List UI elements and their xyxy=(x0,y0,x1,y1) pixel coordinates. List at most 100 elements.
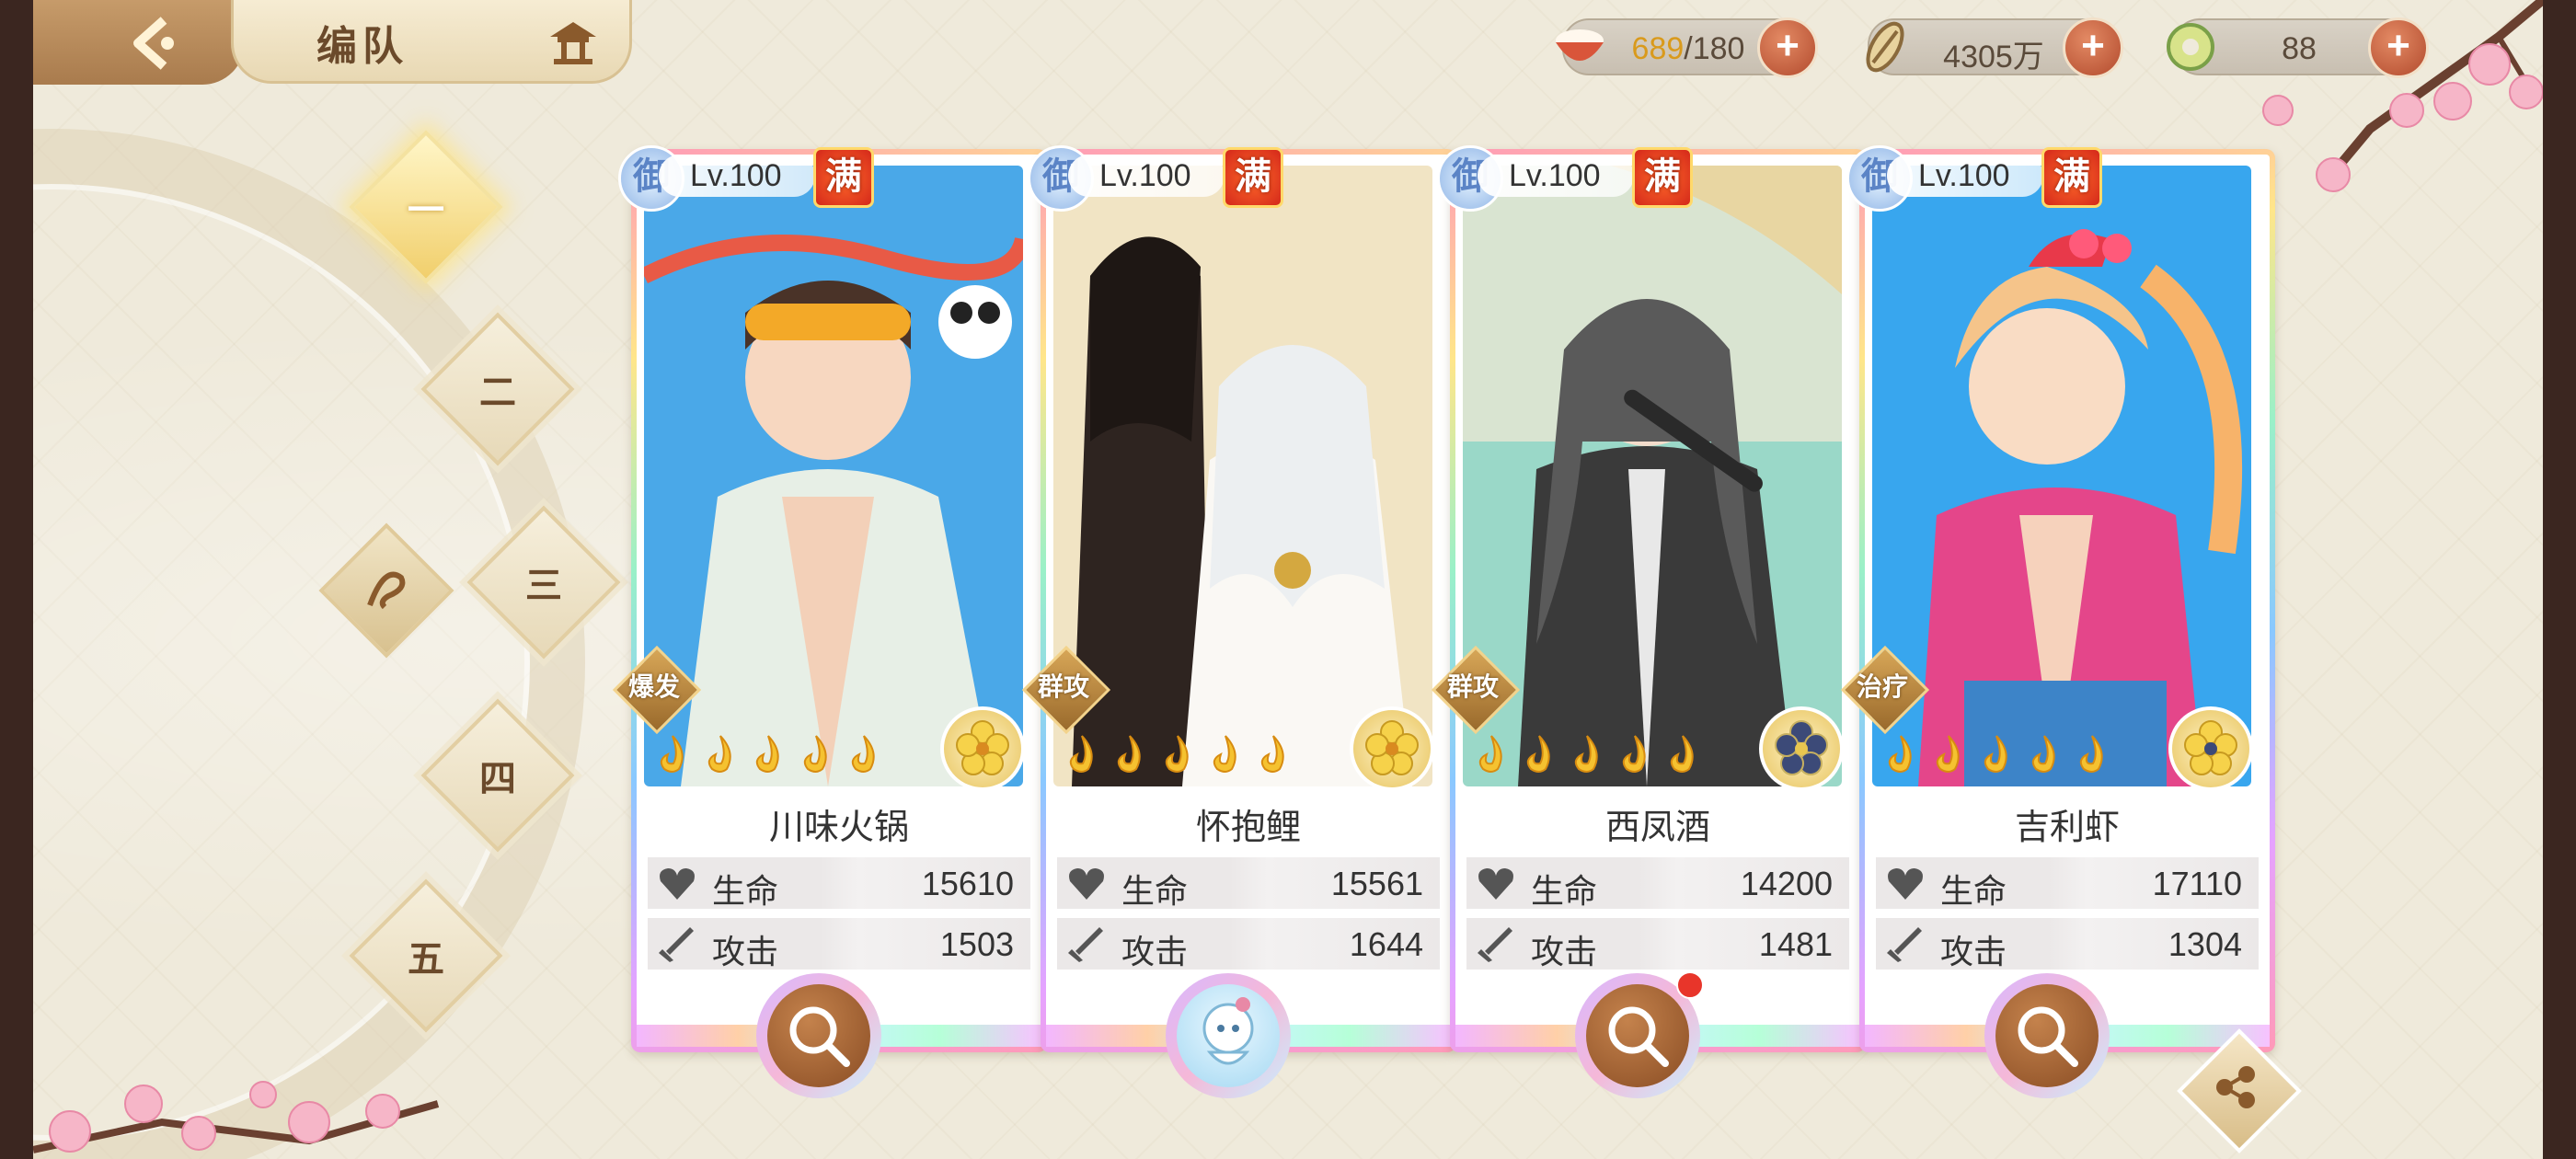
equipment-button[interactable] xyxy=(1575,971,1704,1098)
team-tab-label: 四 xyxy=(479,757,516,800)
equipment-button[interactable] xyxy=(1984,973,2110,1098)
role-label: 群攻 xyxy=(1446,672,1499,701)
hp-label: 生命 xyxy=(1531,872,1598,910)
level-label: Lv.100 xyxy=(1478,155,1634,197)
character-portrait xyxy=(1463,166,1842,786)
flame-star-icon xyxy=(1260,735,1284,773)
attack-row: 攻击 1644 xyxy=(1057,918,1440,970)
flame-star-icon xyxy=(1670,735,1694,773)
title-plate: 编队 xyxy=(231,0,632,84)
hp-value: 17110 xyxy=(2152,865,2242,902)
pet-icon xyxy=(1202,997,1254,1065)
hp-label: 生命 xyxy=(1121,872,1189,910)
flame-star-icon xyxy=(2079,735,2103,773)
attack-label: 攻击 xyxy=(1531,933,1598,970)
team-tab-label: 二 xyxy=(479,371,516,414)
coin-value: 4305万 xyxy=(1943,40,2044,75)
star-rating xyxy=(651,732,909,776)
sword-icon xyxy=(1478,927,1512,962)
heart-icon xyxy=(1888,868,1923,900)
attack-row: 攻击 1481 xyxy=(1466,918,1849,970)
decorative-arc xyxy=(33,129,585,1159)
character-portrait xyxy=(644,166,1023,786)
star-rating xyxy=(1470,732,1728,776)
flame-star-icon xyxy=(755,735,779,773)
flame-star-icon xyxy=(1526,735,1550,773)
back-arrow-icon[interactable] xyxy=(125,11,190,75)
pet-button[interactable] xyxy=(1166,973,1291,1098)
pavilion-icon[interactable] xyxy=(546,18,600,66)
sword-icon xyxy=(1887,927,1922,962)
flower-icon xyxy=(1759,706,1844,791)
notification-dot xyxy=(1676,971,1704,999)
sword-icon xyxy=(1068,927,1103,962)
hp-row: 生命 14200 xyxy=(1466,857,1849,910)
attack-value: 1304 xyxy=(2168,925,2242,963)
stamina-current: 689 xyxy=(1631,31,1685,66)
flame-star-icon xyxy=(803,735,827,773)
hp-row: 生命 15561 xyxy=(1057,857,1440,910)
star-rating xyxy=(1880,732,2137,776)
add-coin-button[interactable]: + xyxy=(2063,17,2123,78)
flame-star-icon xyxy=(1478,735,1502,773)
hp-value: 14200 xyxy=(1740,865,1833,902)
character-card[interactable]: 御 Lv.100 满 治疗 吉利虾 生命 17110 攻击 1304 xyxy=(1840,145,2275,1098)
attack-row: 攻击 1304 xyxy=(1876,918,2259,970)
team-tab-label: 一 xyxy=(408,189,444,232)
role-label: 群攻 xyxy=(1037,672,1089,701)
flower-icon xyxy=(2168,706,2253,791)
coin-counter: 4305万 + xyxy=(1866,17,2123,78)
role-badge: 群攻 xyxy=(1431,645,1521,735)
team-tab-label: 五 xyxy=(408,937,444,981)
flame-star-icon xyxy=(707,735,731,773)
flame-star-icon xyxy=(1984,735,2007,773)
max-badge: 满 xyxy=(1223,147,1283,208)
attack-label: 攻击 xyxy=(712,933,779,970)
flame-star-icon xyxy=(1165,735,1189,773)
character-name: 怀抱鲤 xyxy=(1195,809,1301,847)
stamina-counter: 689/180 + xyxy=(1556,17,1818,78)
add-stamina-button[interactable]: + xyxy=(1757,17,1818,78)
role-badge: 群攻 xyxy=(1021,645,1111,735)
flame-star-icon xyxy=(2031,735,2055,773)
character-card[interactable]: 御 Lv.100 满 群攻 西凤酒 生命 14200 攻击 1481 xyxy=(1431,145,1866,1098)
heart-icon xyxy=(660,868,695,900)
page-title: 编队 xyxy=(316,24,408,69)
flame-star-icon xyxy=(1117,735,1141,773)
hp-label: 生命 xyxy=(1940,872,2007,910)
flame-star-icon xyxy=(1888,735,1912,773)
star-rating xyxy=(1061,732,1318,776)
max-badge: 满 xyxy=(813,147,874,208)
character-portrait xyxy=(1872,166,2251,786)
character-name: 吉利虾 xyxy=(2014,809,2120,847)
hp-row: 生命 17110 xyxy=(1876,857,2259,910)
equipment-button[interactable] xyxy=(756,973,881,1098)
jade-value: 88 xyxy=(2282,31,2317,66)
level-label: Lv.100 xyxy=(1887,155,2043,197)
role-badge: 爆发 xyxy=(612,645,702,735)
character-name: 川味火锅 xyxy=(768,809,909,847)
heart-icon xyxy=(1478,868,1513,900)
role-badge: 治疗 xyxy=(1840,645,1930,735)
flame-star-icon xyxy=(1069,735,1093,773)
heart-icon xyxy=(1069,868,1104,900)
magnifier-icon xyxy=(1608,1006,1669,1067)
magnifier-icon xyxy=(2018,1006,2078,1067)
attack-value: 1503 xyxy=(939,925,1014,963)
hp-label: 生命 xyxy=(712,872,779,910)
character-portrait xyxy=(1053,166,1432,786)
flame-star-icon xyxy=(660,735,684,773)
max-badge: 满 xyxy=(1632,147,1693,208)
add-jade-button[interactable]: + xyxy=(2368,17,2429,78)
flower-icon xyxy=(1350,706,1434,791)
character-card[interactable]: 御 Lv.100 满 群攻 怀抱鲤 生命 15561 攻击 1644 xyxy=(1021,145,1456,1098)
game-screen: 编队 689/180 + 4305万 + 88 + 一 二 三 四 五 御 Lv… xyxy=(33,0,2543,1159)
magnifier-icon xyxy=(789,1006,850,1067)
jade-icon xyxy=(2167,23,2214,71)
character-card[interactable]: 御 Lv.100 满 爆发 川味火锅 生命 15610 攻击 1503 xyxy=(612,145,1047,1098)
hp-value: 15610 xyxy=(921,865,1014,902)
hp-value: 15561 xyxy=(1330,865,1423,902)
level-label: Lv.100 xyxy=(1068,155,1225,197)
role-label: 治疗 xyxy=(1856,672,1908,701)
max-badge: 满 xyxy=(2041,147,2102,208)
